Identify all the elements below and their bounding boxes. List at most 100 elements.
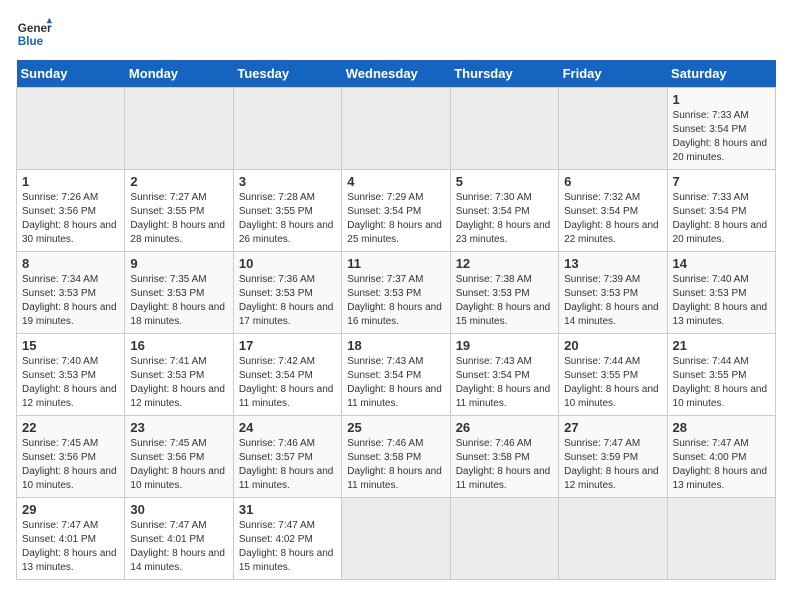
day-number: 1	[673, 92, 770, 107]
calendar-day-cell: 4 Sunrise: 7:29 AMSunset: 3:54 PMDayligh…	[342, 170, 450, 252]
calendar-table: SundayMondayTuesdayWednesdayThursdayFrid…	[16, 60, 776, 580]
day-number: 11	[347, 256, 444, 271]
calendar-week-row: 29 Sunrise: 7:47 AMSunset: 4:01 PMDaylig…	[17, 498, 776, 580]
day-info: Sunrise: 7:27 AMSunset: 3:55 PMDaylight:…	[130, 191, 227, 247]
calendar-day-cell: 3 Sunrise: 7:28 AMSunset: 3:55 PMDayligh…	[233, 170, 341, 252]
day-info: Sunrise: 7:46 AMSunset: 3:58 PMDaylight:…	[456, 437, 553, 493]
calendar-day-cell: 20 Sunrise: 7:44 AMSunset: 3:55 PMDaylig…	[559, 334, 667, 416]
calendar-day-cell	[559, 88, 667, 170]
day-info: Sunrise: 7:40 AMSunset: 3:53 PMDaylight:…	[673, 273, 770, 329]
calendar-day-cell	[559, 498, 667, 580]
calendar-day-cell: 21 Sunrise: 7:44 AMSunset: 3:55 PMDaylig…	[667, 334, 775, 416]
day-number: 27	[564, 420, 661, 435]
calendar-day-cell: 7 Sunrise: 7:33 AMSunset: 3:54 PMDayligh…	[667, 170, 775, 252]
day-info: Sunrise: 7:44 AMSunset: 3:55 PMDaylight:…	[673, 355, 770, 411]
calendar-day-cell	[450, 88, 558, 170]
calendar-day-cell	[342, 498, 450, 580]
day-info: Sunrise: 7:42 AMSunset: 3:54 PMDaylight:…	[239, 355, 336, 411]
day-number: 8	[22, 256, 119, 271]
calendar-day-cell	[450, 498, 558, 580]
day-number: 25	[347, 420, 444, 435]
day-number: 21	[673, 338, 770, 353]
day-info: Sunrise: 7:45 AMSunset: 3:56 PMDaylight:…	[130, 437, 227, 493]
calendar-day-cell: 22 Sunrise: 7:45 AMSunset: 3:56 PMDaylig…	[17, 416, 125, 498]
weekday-sunday: Sunday	[17, 60, 125, 88]
day-number: 16	[130, 338, 227, 353]
calendar-day-cell: 17 Sunrise: 7:42 AMSunset: 3:54 PMDaylig…	[233, 334, 341, 416]
day-info: Sunrise: 7:39 AMSunset: 3:53 PMDaylight:…	[564, 273, 661, 329]
day-info: Sunrise: 7:47 AMSunset: 4:00 PMDaylight:…	[673, 437, 770, 493]
day-number: 12	[456, 256, 553, 271]
day-number: 13	[564, 256, 661, 271]
day-number: 1	[22, 174, 119, 189]
logo: General Blue	[16, 16, 52, 52]
day-number: 19	[456, 338, 553, 353]
weekday-header-row: SundayMondayTuesdayWednesdayThursdayFrid…	[17, 60, 776, 88]
day-number: 24	[239, 420, 336, 435]
calendar-day-cell: 16 Sunrise: 7:41 AMSunset: 3:53 PMDaylig…	[125, 334, 233, 416]
day-info: Sunrise: 7:47 AMSunset: 4:01 PMDaylight:…	[22, 519, 119, 575]
calendar-day-cell: 9 Sunrise: 7:35 AMSunset: 3:53 PMDayligh…	[125, 252, 233, 334]
calendar-day-cell: 15 Sunrise: 7:40 AMSunset: 3:53 PMDaylig…	[17, 334, 125, 416]
calendar-day-cell: 6 Sunrise: 7:32 AMSunset: 3:54 PMDayligh…	[559, 170, 667, 252]
svg-text:Blue: Blue	[18, 35, 44, 48]
calendar-day-cell	[125, 88, 233, 170]
day-info: Sunrise: 7:47 AMSunset: 3:59 PMDaylight:…	[564, 437, 661, 493]
calendar-day-cell: 5 Sunrise: 7:30 AMSunset: 3:54 PMDayligh…	[450, 170, 558, 252]
day-number: 20	[564, 338, 661, 353]
day-number: 9	[130, 256, 227, 271]
day-info: Sunrise: 7:33 AMSunset: 3:54 PMDaylight:…	[673, 109, 770, 165]
day-number: 14	[673, 256, 770, 271]
day-info: Sunrise: 7:38 AMSunset: 3:53 PMDaylight:…	[456, 273, 553, 329]
weekday-wednesday: Wednesday	[342, 60, 450, 88]
calendar-day-cell: 11 Sunrise: 7:37 AMSunset: 3:53 PMDaylig…	[342, 252, 450, 334]
day-info: Sunrise: 7:45 AMSunset: 3:56 PMDaylight:…	[22, 437, 119, 493]
weekday-thursday: Thursday	[450, 60, 558, 88]
day-info: Sunrise: 7:47 AMSunset: 4:01 PMDaylight:…	[130, 519, 227, 575]
calendar-week-row: 22 Sunrise: 7:45 AMSunset: 3:56 PMDaylig…	[17, 416, 776, 498]
weekday-tuesday: Tuesday	[233, 60, 341, 88]
day-info: Sunrise: 7:35 AMSunset: 3:53 PMDaylight:…	[130, 273, 227, 329]
calendar-day-cell	[17, 88, 125, 170]
day-info: Sunrise: 7:28 AMSunset: 3:55 PMDaylight:…	[239, 191, 336, 247]
day-number: 18	[347, 338, 444, 353]
calendar-week-row: 15 Sunrise: 7:40 AMSunset: 3:53 PMDaylig…	[17, 334, 776, 416]
day-info: Sunrise: 7:46 AMSunset: 3:58 PMDaylight:…	[347, 437, 444, 493]
calendar-week-row: 1 Sunrise: 7:33 AMSunset: 3:54 PMDaylight…	[17, 88, 776, 170]
day-number: 5	[456, 174, 553, 189]
weekday-friday: Friday	[559, 60, 667, 88]
calendar-day-cell: 23 Sunrise: 7:45 AMSunset: 3:56 PMDaylig…	[125, 416, 233, 498]
day-info: Sunrise: 7:34 AMSunset: 3:53 PMDaylight:…	[22, 273, 119, 329]
calendar-day-cell: 14 Sunrise: 7:40 AMSunset: 3:53 PMDaylig…	[667, 252, 775, 334]
day-number: 22	[22, 420, 119, 435]
calendar-week-row: 1 Sunrise: 7:26 AMSunset: 3:56 PMDayligh…	[17, 170, 776, 252]
weekday-monday: Monday	[125, 60, 233, 88]
calendar-day-cell: 31 Sunrise: 7:47 AMSunset: 4:02 PMDaylig…	[233, 498, 341, 580]
calendar-day-cell: 8 Sunrise: 7:34 AMSunset: 3:53 PMDayligh…	[17, 252, 125, 334]
calendar-day-cell: 25 Sunrise: 7:46 AMSunset: 3:58 PMDaylig…	[342, 416, 450, 498]
day-info: Sunrise: 7:46 AMSunset: 3:57 PMDaylight:…	[239, 437, 336, 493]
calendar-week-row: 8 Sunrise: 7:34 AMSunset: 3:53 PMDayligh…	[17, 252, 776, 334]
weekday-saturday: Saturday	[667, 60, 775, 88]
day-info: Sunrise: 7:32 AMSunset: 3:54 PMDaylight:…	[564, 191, 661, 247]
logo-icon: General Blue	[16, 16, 52, 52]
day-info: Sunrise: 7:47 AMSunset: 4:02 PMDaylight:…	[239, 519, 336, 575]
calendar-day-cell: 12 Sunrise: 7:38 AMSunset: 3:53 PMDaylig…	[450, 252, 558, 334]
day-number: 2	[130, 174, 227, 189]
day-info: Sunrise: 7:36 AMSunset: 3:53 PMDaylight:…	[239, 273, 336, 329]
day-info: Sunrise: 7:41 AMSunset: 3:53 PMDaylight:…	[130, 355, 227, 411]
day-number: 4	[347, 174, 444, 189]
calendar-body: 1 Sunrise: 7:33 AMSunset: 3:54 PMDaylight…	[17, 88, 776, 580]
day-info: Sunrise: 7:37 AMSunset: 3:53 PMDaylight:…	[347, 273, 444, 329]
calendar-day-cell: 26 Sunrise: 7:46 AMSunset: 3:58 PMDaylig…	[450, 416, 558, 498]
calendar-day-cell: 10 Sunrise: 7:36 AMSunset: 3:53 PMDaylig…	[233, 252, 341, 334]
calendar-day-cell	[667, 498, 775, 580]
calendar-day-cell: 19 Sunrise: 7:43 AMSunset: 3:54 PMDaylig…	[450, 334, 558, 416]
day-info: Sunrise: 7:29 AMSunset: 3:54 PMDaylight:…	[347, 191, 444, 247]
calendar-day-cell: 13 Sunrise: 7:39 AMSunset: 3:53 PMDaylig…	[559, 252, 667, 334]
day-info: Sunrise: 7:26 AMSunset: 3:56 PMDaylight:…	[22, 191, 119, 247]
day-number: 3	[239, 174, 336, 189]
day-info: Sunrise: 7:43 AMSunset: 3:54 PMDaylight:…	[347, 355, 444, 411]
day-number: 7	[673, 174, 770, 189]
day-info: Sunrise: 7:44 AMSunset: 3:55 PMDaylight:…	[564, 355, 661, 411]
